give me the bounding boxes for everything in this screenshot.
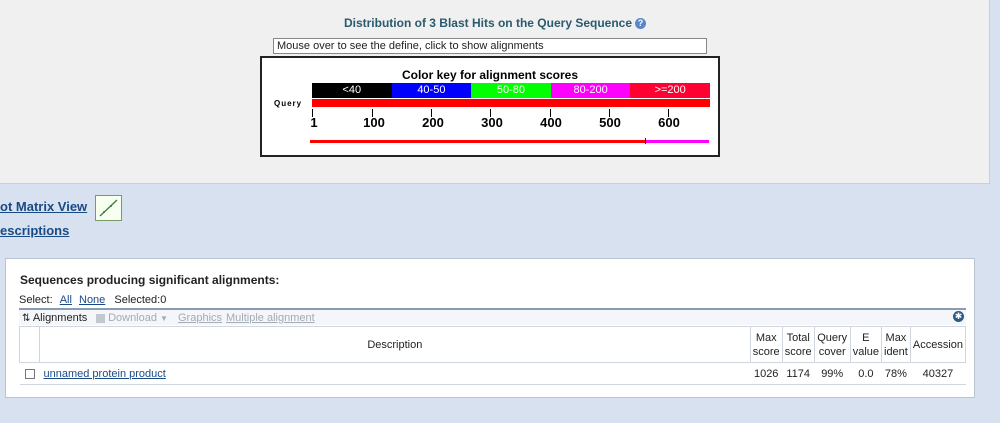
color-key-segment: >=200 — [630, 83, 710, 98]
distribution-title-text: Distribution of 3 Blast Hits on the Quer… — [343, 16, 633, 30]
distribution-title: Distribution of 3 Blast Hits on the Quer… — [0, 16, 990, 30]
chevron-down-icon: ▼ — [160, 314, 168, 323]
table-row: unnamed protein product 1026 1174 99% 0.… — [19, 362, 966, 385]
header-line: E — [862, 331, 870, 344]
axis-tick-label: 300 — [481, 115, 503, 130]
header-max-score[interactable]: Max score — [749, 326, 783, 363]
select-none-link[interactable]: None — [79, 294, 105, 306]
hit-description-link[interactable]: unnamed protein product — [44, 368, 166, 380]
axis-tick-label: 200 — [422, 115, 444, 130]
panel-title: Sequences producing significant alignmen… — [20, 273, 280, 287]
dot-matrix-view-link[interactable]: ot Matrix View — [0, 199, 87, 214]
header-description[interactable]: Description — [39, 326, 751, 363]
graphic-summary-panel: Distribution of 3 Blast Hits on the Quer… — [0, 0, 990, 184]
header-max-ident[interactable]: Max ident — [881, 326, 911, 363]
color-key-title: Color key for alignment scores — [401, 68, 579, 82]
table-header-row: Description Max score Total score Query … — [19, 326, 967, 363]
header-total-score[interactable]: Total score — [781, 326, 815, 363]
header-accession[interactable]: Accession — [909, 326, 967, 363]
defline-display: Mouse over to see the define, click to s… — [273, 38, 707, 54]
select-all-link[interactable]: All — [60, 294, 72, 306]
color-key-segment: 50-80 — [471, 83, 551, 98]
row-description-cell: unnamed protein product — [39, 362, 751, 385]
results-toolbar: ⇅ Alignments Download ▼ Graphics Multipl… — [19, 308, 966, 325]
descriptions-panel: Sequences producing significant alignmen… — [5, 258, 975, 398]
row-checkbox-cell — [19, 362, 40, 385]
sort-icon: ⇅ — [22, 313, 31, 324]
header-line: score — [784, 345, 812, 358]
row-max-score: 1026 — [750, 362, 783, 385]
select-label: Select: — [19, 294, 53, 306]
alignments-label: Alignments — [32, 312, 88, 324]
gear-icon[interactable]: ✱ — [953, 311, 964, 322]
selected-count: Selected:0 — [114, 294, 167, 306]
header-line: Query — [817, 331, 848, 344]
axis-tick-label: 100 — [363, 115, 385, 130]
row-e-value: 0.0 — [850, 362, 882, 385]
row-total-score: 1174 — [782, 362, 815, 385]
hit-bar-segment[interactable] — [310, 140, 645, 143]
graphics-button[interactable]: Graphics — [178, 311, 222, 325]
axis-tick-label: 400 — [540, 115, 562, 130]
multiple-alignment-button[interactable]: Multiple alignment — [226, 311, 315, 325]
header-query-cover[interactable]: Query cover — [813, 326, 851, 363]
header-line: Max — [885, 331, 907, 344]
header-e-value[interactable]: E value — [849, 326, 883, 363]
row-accession: 40327 — [910, 362, 966, 385]
axis-tick-label: 500 — [599, 115, 621, 130]
header-line: cover — [818, 345, 846, 358]
help-icon[interactable]: ? — [635, 18, 647, 30]
axis-tick-label: 600 — [658, 115, 680, 130]
query-label: Query — [274, 99, 303, 108]
results-table: Description Max score Total score Query … — [19, 326, 967, 385]
axis-tick-label: 1 — [310, 115, 318, 130]
row-checkbox[interactable] — [24, 368, 35, 379]
header-line: Total — [786, 331, 810, 344]
download-icon — [96, 313, 105, 323]
header-line: value — [852, 345, 879, 358]
hit-bar-segment[interactable] — [646, 140, 709, 143]
query-bar — [312, 99, 710, 107]
header-line: Max — [755, 331, 777, 344]
row-max-ident: 78% — [881, 362, 911, 385]
alignments-button[interactable]: ⇅ Alignments — [22, 311, 87, 326]
row-query-cover: 99% — [814, 362, 851, 385]
download-label: Download — [108, 312, 157, 324]
selection-bar: Select: All None Selected:0 — [19, 294, 166, 306]
color-key-segment: 40-50 — [391, 83, 472, 98]
header-line: score — [752, 345, 780, 358]
color-key-segment: 80-200 — [550, 83, 631, 98]
header-checkbox-column — [19, 326, 40, 363]
color-key-box[interactable]: Color key for alignment scores <40 40-50… — [260, 56, 720, 157]
download-button[interactable]: Download ▼ — [96, 311, 168, 326]
color-key-segment: <40 — [312, 83, 392, 98]
descriptions-link[interactable]: escriptions — [0, 223, 69, 238]
header-line: ident — [884, 345, 908, 358]
dot-matrix-icon[interactable] — [95, 195, 122, 221]
